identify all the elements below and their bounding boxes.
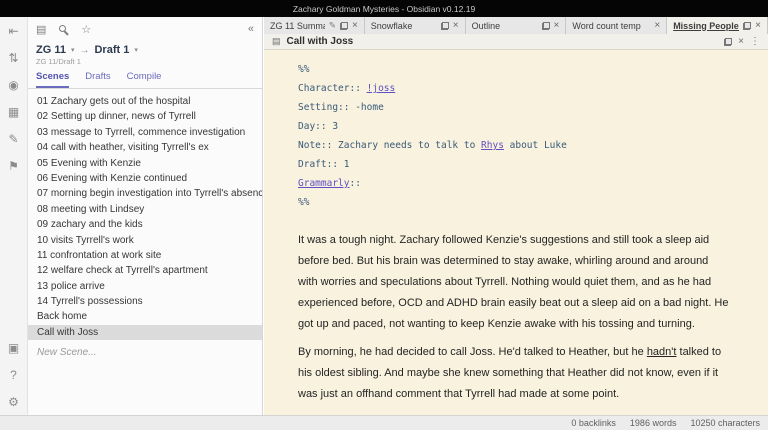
meta-draft-line: Draft:: 1 bbox=[298, 155, 732, 174]
close-tab-icon[interactable]: × bbox=[554, 20, 560, 31]
scene-item[interactable]: 03 message to Tyrrell, commence investig… bbox=[28, 125, 262, 140]
grammarly-link[interactable]: Grammarly bbox=[298, 178, 349, 189]
tab-compile[interactable]: Compile bbox=[127, 71, 162, 88]
draft-name[interactable]: Draft 1 bbox=[94, 44, 129, 56]
collapse-sidebar-icon[interactable]: ⇤ bbox=[0, 17, 28, 44]
ribbon: ⇤ ⇅ ◉ ▦ ✎ ⚑ ▣ ? ⚙ bbox=[0, 17, 28, 415]
settings-gear-icon[interactable]: ⚙ bbox=[0, 388, 28, 415]
linked-pane-icon[interactable] bbox=[340, 22, 348, 30]
scene-item-selected[interactable]: Call with Joss bbox=[28, 325, 262, 340]
comment-open: %% bbox=[298, 60, 732, 79]
pane-tab-outline[interactable]: Outline × bbox=[466, 17, 567, 34]
main-pane: ZG 11 Summary ✎ × Snowflake × Outline × … bbox=[264, 17, 768, 415]
meta-character-line: Character:: !joss bbox=[298, 79, 732, 98]
paragraph-2[interactable]: By morning, he had decided to call Joss.… bbox=[298, 342, 730, 405]
meta-note-line: Note:: Zachary needs to talk to Rhys abo… bbox=[298, 136, 732, 155]
draft-chevron-icon[interactable]: ▾ bbox=[134, 46, 138, 54]
star-icon[interactable]: ☆ bbox=[81, 23, 91, 36]
meta-setting-line: Setting:: -home bbox=[298, 98, 732, 117]
close-tab-icon[interactable]: × bbox=[654, 20, 660, 31]
scene-item[interactable]: 07 morning begin investigation into Tyrr… bbox=[28, 186, 262, 201]
quick-switcher-icon[interactable]: ⇅ bbox=[0, 44, 28, 71]
window-title: Zachary Goldman Mysteries - Obsidian v0.… bbox=[293, 4, 475, 14]
scene-item[interactable]: 08 meeting with Lindsey bbox=[28, 202, 262, 217]
frontmatter-comment-block[interactable]: %% Character:: !joss Setting:: -home Day… bbox=[298, 60, 732, 212]
scene-item[interactable]: 02 Setting up dinner, news of Tyrrell bbox=[28, 109, 262, 124]
pane-tab-word-count-temp[interactable]: Word count temp × bbox=[566, 17, 667, 34]
collapse-panel-icon[interactable]: « bbox=[248, 23, 254, 35]
paragraph-1[interactable]: It was a tough night. Zachary followed K… bbox=[298, 230, 730, 335]
window-titlebar: Zachary Goldman Mysteries - Obsidian v0.… bbox=[0, 0, 768, 17]
meta-day-line: Day:: 3 bbox=[298, 117, 732, 136]
longform-tabs: Scenes Drafts Compile bbox=[28, 66, 262, 89]
command-palette-icon[interactable]: ⚑ bbox=[0, 152, 28, 179]
help-icon[interactable]: ? bbox=[0, 361, 28, 388]
daily-note-icon[interactable]: ▦ bbox=[0, 98, 28, 125]
pane-tab-missing-people[interactable]: Missing People S × bbox=[667, 17, 768, 34]
rhys-link[interactable]: Rhys bbox=[481, 140, 504, 151]
left-sidebar: ▤ ☆ « ZG 11 ▾ → Draft 1 ▾ ZG 11/Draft 1 … bbox=[28, 17, 263, 415]
note-body[interactable]: It was a tough night. Zachary followed K… bbox=[298, 230, 730, 405]
linked-pane-icon[interactable] bbox=[441, 22, 449, 30]
close-tab-icon[interactable]: × bbox=[453, 20, 459, 31]
new-scene-button[interactable]: New Scene... bbox=[28, 340, 262, 365]
arrow-icon: → bbox=[79, 45, 89, 56]
scene-item[interactable]: 14 Tyrrell's possessions bbox=[28, 294, 262, 309]
project-chevron-icon[interactable]: ▾ bbox=[71, 46, 75, 54]
scene-item[interactable]: Back home bbox=[28, 309, 262, 324]
graph-view-icon[interactable]: ◉ bbox=[0, 71, 28, 98]
scene-item[interactable]: 04 call with heather, visiting Tyrrell's… bbox=[28, 140, 262, 155]
pane-tabbar: ZG 11 Summary ✎ × Snowflake × Outline × … bbox=[264, 17, 768, 34]
vault-switcher-icon[interactable]: ▣ bbox=[0, 334, 28, 361]
edit-pencil-icon[interactable]: ✎ bbox=[329, 20, 336, 31]
insert-template-icon[interactable]: ✎ bbox=[0, 125, 28, 152]
pane-tab-zg11-summary[interactable]: ZG 11 Summary ✎ × bbox=[264, 17, 365, 34]
longform-project-header: ZG 11 ▾ → Draft 1 ▾ ZG 11/Draft 1 bbox=[28, 41, 262, 66]
linked-pane-icon[interactable] bbox=[724, 38, 732, 46]
scene-item[interactable]: 05 Evening with Kenzie bbox=[28, 156, 262, 171]
character-count: 10250 characters bbox=[690, 418, 760, 428]
close-tab-icon[interactable]: × bbox=[755, 20, 761, 31]
sidebar-view-switcher: ▤ ☆ « bbox=[28, 17, 262, 41]
scene-item[interactable]: 09 zachary and the kids bbox=[28, 217, 262, 232]
tab-drafts[interactable]: Drafts bbox=[85, 71, 110, 88]
search-icon[interactable] bbox=[58, 24, 69, 35]
word-count: 1986 words bbox=[630, 418, 677, 428]
scene-item[interactable]: 06 Evening with Kenzie continued bbox=[28, 171, 262, 186]
project-path: ZG 11/Draft 1 bbox=[36, 57, 254, 66]
project-name[interactable]: ZG 11 bbox=[36, 44, 66, 56]
backlinks-count[interactable]: 0 backlinks bbox=[571, 418, 616, 428]
linked-pane-icon[interactable] bbox=[743, 22, 751, 30]
scene-item[interactable]: 13 police arrive bbox=[28, 279, 262, 294]
comment-close: %% bbox=[298, 193, 732, 212]
editor-header: ▤ Call with Joss × ⋮ bbox=[264, 34, 768, 50]
scene-item[interactable]: 01 Zachary gets out of the hospital bbox=[28, 94, 262, 109]
scene-item[interactable]: 10 visits Tyrrell's work bbox=[28, 233, 262, 248]
close-tab-icon[interactable]: × bbox=[352, 20, 358, 31]
file-explorer-icon[interactable]: ▤ bbox=[36, 23, 46, 36]
underlined-word: hadn't bbox=[647, 346, 677, 358]
linked-pane-icon[interactable] bbox=[542, 22, 550, 30]
tab-scenes[interactable]: Scenes bbox=[36, 71, 69, 88]
ribbon-bottom: ▣ ? ⚙ bbox=[0, 334, 28, 415]
scene-item[interactable]: 11 confrontation at work site bbox=[28, 248, 262, 263]
character-link[interactable]: !joss bbox=[367, 83, 396, 94]
meta-grammarly-line: Grammarly:: bbox=[298, 174, 732, 193]
scene-list: 01 Zachary gets out of the hospital 02 S… bbox=[28, 89, 262, 415]
more-options-icon[interactable]: ⋮ bbox=[750, 36, 760, 47]
editor-content[interactable]: %% Character:: !joss Setting:: -home Day… bbox=[264, 50, 768, 415]
note-title: Call with Joss bbox=[287, 36, 719, 47]
document-icon: ▤ bbox=[272, 36, 281, 47]
pane-tab-snowflake[interactable]: Snowflake × bbox=[365, 17, 466, 34]
scene-item[interactable]: 12 welfare check at Tyrrell's apartment bbox=[28, 263, 262, 278]
close-pane-icon[interactable]: × bbox=[738, 36, 744, 47]
status-bar: 0 backlinks 1986 words 10250 characters bbox=[0, 415, 768, 430]
